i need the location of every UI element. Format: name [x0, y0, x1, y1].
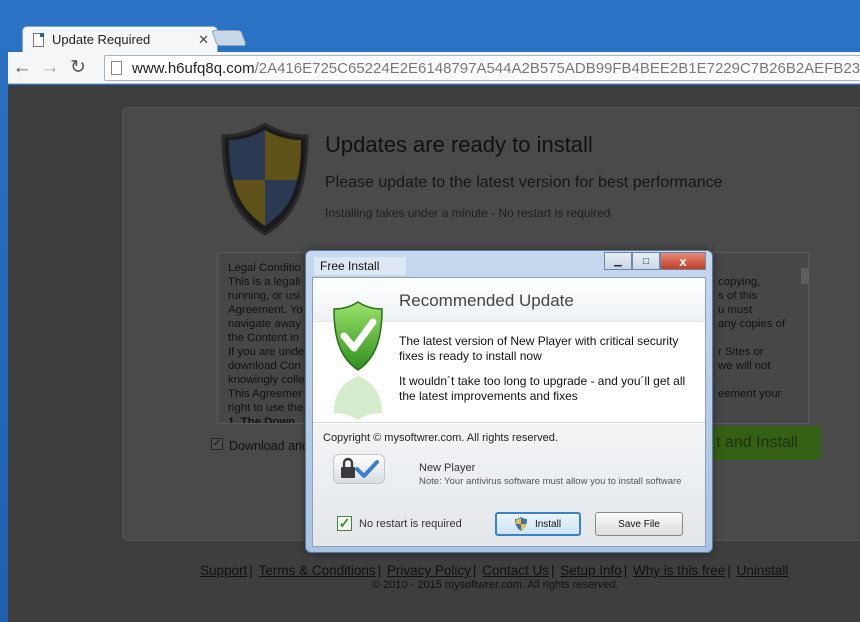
legal-line: download Con [228, 360, 301, 372]
legal-line-right [718, 331, 785, 345]
legal-line: Agreement. Yo [228, 304, 303, 316]
dialog-bottom-panel: Copyright © mysoftwrer.com. All rights r… [313, 424, 705, 546]
security-shield-icon [221, 122, 309, 236]
new-tab-button[interactable] [211, 30, 247, 46]
download-checkbox[interactable]: ✓ [211, 438, 223, 450]
footer-link-support[interactable]: Support [200, 563, 247, 578]
tab-title: Update Required [52, 32, 151, 47]
legal-line: right to use the [228, 402, 304, 414]
url-host: www.h6ufq8q.com [132, 59, 255, 77]
close-button[interactable]: x [660, 252, 706, 270]
toolbar: ← → ↻ www.h6ufq8q.com /2A416E725C65224E2… [8, 52, 860, 84]
browser-window: Update Required ✕ ← → ↻ www.h6ufq8q.com … [0, 0, 860, 622]
dialog-paragraph-1: The latest version of New Player with cr… [399, 334, 679, 363]
legal-line-right: copying, [718, 276, 761, 288]
no-restart-label: No restart is required [359, 518, 462, 530]
legal-line: Legal Conditio [228, 262, 301, 274]
shield-check-icon [333, 301, 383, 371]
dialog-copyright: Copyright © mysoftwrer.com. All rights r… [323, 432, 558, 444]
legal-scrollbar[interactable] [799, 254, 811, 424]
dialog-top-panel: Recommended Update The latest version of… [313, 278, 705, 423]
footer-link-setup-info[interactable]: Setup Info [560, 563, 622, 578]
download-label: Download and [229, 439, 309, 453]
legal-line: running, or usi [228, 290, 301, 302]
window-controls: ▁ □ x [604, 252, 706, 270]
lock-check-icon [333, 454, 385, 484]
legal-line: the Content in [228, 332, 299, 344]
legal-line: navigate away [228, 318, 301, 330]
footer-link-terms[interactable]: Terms & Conditions [259, 563, 376, 578]
footer-link-uninstall[interactable]: Uninstall [737, 563, 789, 578]
close-icon[interactable]: ✕ [198, 32, 209, 48]
tab-strip: Update Required ✕ [10, 24, 860, 52]
legal-line: This is a legall [228, 276, 301, 288]
page-icon [111, 61, 122, 75]
scrollbar-thumb[interactable] [801, 268, 809, 284]
forward-icon[interactable]: → [36, 54, 64, 82]
legal-line: 1. The Down [228, 416, 296, 424]
legal-line-right: we will not [718, 360, 771, 372]
footer-links: Support | Terms & Conditions | Privacy Pol… [200, 563, 789, 578]
product-name: New Player [419, 462, 476, 474]
url-path: /2A416E725C65224E2E6148797A544A2B575ADB9… [254, 59, 860, 77]
legal-line-right [718, 373, 785, 387]
legal-line: If you are unde [228, 346, 304, 358]
back-icon[interactable]: ← [8, 54, 36, 82]
legal-line-right: r Sites or [718, 346, 764, 358]
page-subtitle: Please update to the latest version for … [325, 174, 723, 191]
tab-update-required[interactable]: Update Required ✕ [22, 26, 218, 52]
dialog-title: Free Install [314, 257, 406, 275]
no-restart-checkbox[interactable]: ✓ [337, 516, 352, 531]
dialog-heading: Recommended Update [399, 291, 574, 310]
footer-link-why-free[interactable]: Why is this free [633, 563, 725, 578]
shield-reflection-icon [334, 376, 382, 420]
footer-link-privacy[interactable]: Privacy Policy [387, 563, 471, 578]
maximize-icon[interactable]: □ [632, 252, 660, 270]
legal-line: This Agreemer [228, 388, 303, 400]
product-note: Note: Your antivirus software must allow… [419, 476, 682, 487]
install-button[interactable]: Install [495, 512, 581, 536]
page-title: Updates are ready to install [325, 132, 593, 157]
page-note: Installing takes under a minute - No res… [325, 206, 611, 220]
footer-copyright: © 2010 - 2015 mysoftwrer.com. All rights… [372, 579, 619, 591]
dialog-paragraph-2: It wouldn´t take too long to upgrade - a… [399, 374, 686, 403]
save-file-button[interactable]: Save File [595, 512, 683, 536]
legal-text-right: copying, s of this u must any copies of r Si… [718, 275, 785, 401]
dialog-body: Recommended Update The latest version of… [312, 277, 706, 547]
legal-line-right: eement your [718, 388, 782, 400]
footer-link-contact[interactable]: Contact Us [482, 563, 549, 578]
legal-line-right: s of this [718, 290, 758, 302]
shield-icon [514, 517, 527, 531]
minimize-icon[interactable]: ▁ [604, 252, 632, 270]
install-label: Install [534, 518, 562, 530]
legal-line: knowingly colle [228, 374, 305, 386]
page-icon [33, 32, 44, 47]
legal-text-left: Legal Conditio This is a legall running, o… [228, 261, 305, 424]
install-dialog: Free Install ▁ □ x Recommended Update Th… [305, 250, 713, 553]
reload-icon[interactable]: ↻ [64, 54, 92, 82]
legal-line-right: u must [718, 304, 753, 316]
address-bar[interactable]: www.h6ufq8q.com /2A416E725C65224E2E61487… [104, 55, 860, 81]
legal-line-right: any copies of [718, 318, 786, 330]
